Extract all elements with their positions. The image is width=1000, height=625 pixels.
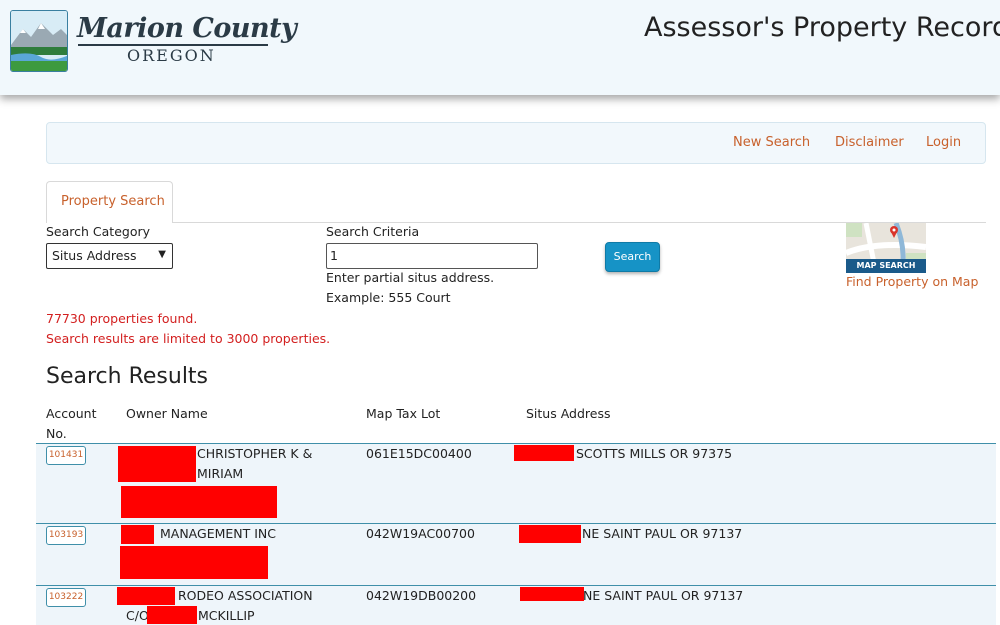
- account-number-link[interactable]: 101431: [46, 446, 86, 465]
- owner-name-line1: RODEO ASSOCIATION: [178, 588, 313, 603]
- table-row: 103193 MANAGEMENT INC 042W19AC00700 NE S…: [36, 523, 996, 585]
- map-tax-lot: 061E15DC00400: [366, 446, 472, 461]
- map-search-badge: MAP SEARCH: [856, 261, 916, 270]
- top-navbar: New Search Disclaimer Login: [46, 122, 986, 164]
- table-row: 103222 RODEO ASSOCIATION C/O MCKILLIP 04…: [36, 585, 996, 625]
- owner-name-line2: MCKILLIP: [198, 608, 255, 623]
- situs-address: NE SAINT PAUL OR 97137: [582, 526, 743, 541]
- search-category-select[interactable]: Situs Address ▼: [46, 243, 173, 269]
- column-header-maptaxlot: Map Tax Lot: [366, 406, 441, 421]
- owner-care-of-prefix: C/O: [126, 608, 149, 623]
- redaction-block: [121, 525, 154, 544]
- nav-disclaimer-link[interactable]: Disclaimer: [835, 135, 904, 150]
- situs-address: NE SAINT PAUL OR 97137: [583, 588, 744, 603]
- search-help-text: Enter partial situs address.: [326, 270, 495, 285]
- redaction-block: [117, 587, 175, 605]
- search-criteria-input[interactable]: 1: [326, 243, 538, 269]
- redaction-block: [121, 486, 277, 518]
- logo-state-name: OREGON: [127, 46, 216, 65]
- search-button[interactable]: Search: [605, 242, 660, 272]
- owner-name-line2: MIRIAM: [197, 466, 244, 481]
- logo-county-name: Marion County: [77, 13, 297, 44]
- find-property-on-map-link[interactable]: Find Property on Map: [846, 274, 978, 289]
- account-number-link[interactable]: 103193: [46, 526, 86, 545]
- column-header-owner: Owner Name: [126, 406, 208, 421]
- account-number-link[interactable]: 103222: [46, 588, 86, 607]
- column-header-account: Account No.: [46, 406, 97, 441]
- nav-login-link[interactable]: Login: [926, 135, 961, 150]
- situs-address: SCOTTS MILLS OR 97375: [576, 446, 733, 461]
- map-search-thumbnail[interactable]: MAP SEARCH: [846, 223, 926, 273]
- search-criteria-label: Search Criteria: [326, 224, 420, 239]
- tab-property-search[interactable]: Property Search: [46, 181, 173, 223]
- county-logo-icon[interactable]: [10, 10, 68, 72]
- map-tax-lot: 042W19AC00700: [366, 526, 475, 541]
- redaction-block: [520, 587, 584, 601]
- page-header: Marion County OREGON Assessor's Property…: [0, 0, 1000, 95]
- redaction-block: [514, 445, 574, 461]
- search-results-heading: Search Results: [46, 364, 209, 389]
- page-title: Assessor's Property Record: [644, 12, 1000, 43]
- search-example-text: Example: 555 Court: [326, 290, 451, 305]
- map-tax-lot: 042W19DB00200: [366, 588, 477, 603]
- results-limit-message: Search results are limited to 3000 prope…: [46, 331, 331, 346]
- redaction-block: [118, 446, 196, 482]
- owner-name-line1: CHRISTOPHER K &: [197, 446, 313, 461]
- search-category-value: Situs Address: [52, 248, 137, 263]
- redaction-block: [147, 606, 197, 624]
- search-category-label: Search Category: [46, 224, 151, 239]
- table-row: 101431 CHRISTOPHER K & MIRIAM 061E15DC00…: [36, 443, 996, 523]
- owner-name-line1: MANAGEMENT INC: [160, 526, 277, 541]
- redaction-block: [120, 546, 268, 579]
- column-header-situs: Situs Address: [526, 406, 611, 421]
- redaction-block: [519, 525, 581, 543]
- chevron-down-icon: ▼: [158, 249, 166, 260]
- results-count-message: 77730 properties found.: [46, 311, 198, 326]
- nav-new-search-link[interactable]: New Search: [733, 135, 810, 150]
